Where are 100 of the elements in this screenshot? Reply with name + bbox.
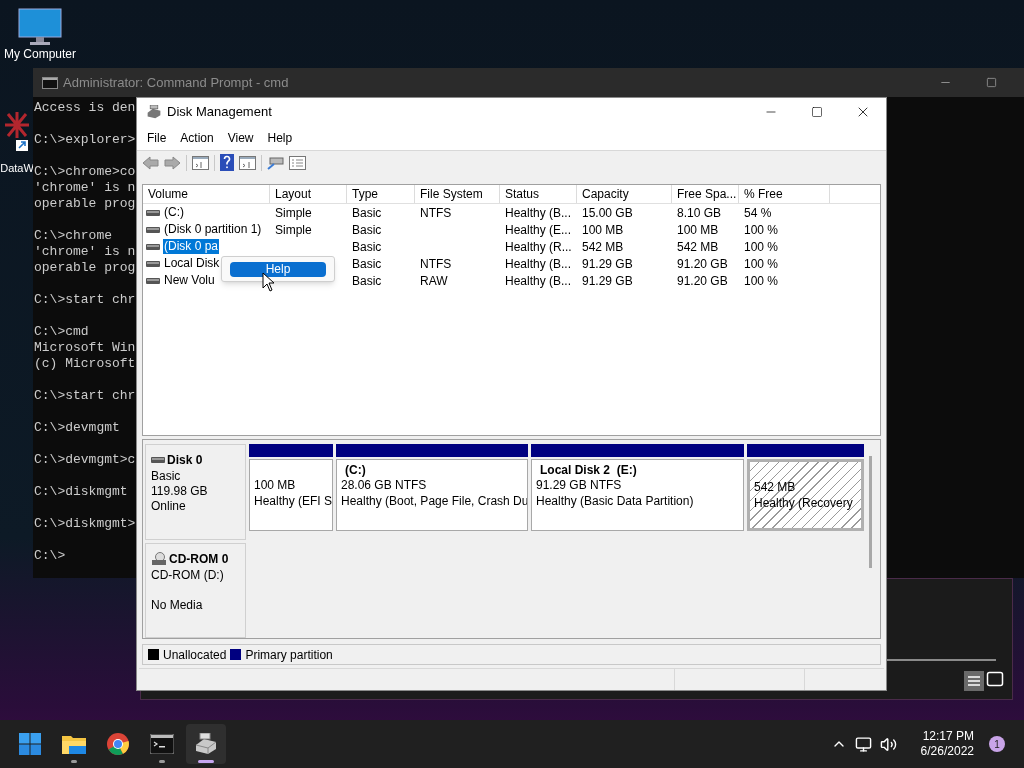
table-cell[interactable]: (Disk 0 pa	[163, 239, 220, 254]
table-cell-text: 100 MB	[677, 221, 719, 239]
clock[interactable]: 12:17 PM 6/26/2022	[920, 729, 974, 759]
table-cell-text: Basic	[352, 221, 382, 239]
drive-icon	[146, 225, 160, 234]
table-cell-text: Healthy (E...	[505, 221, 572, 239]
drive-icon	[146, 276, 160, 285]
menu-item[interactable]: File	[140, 128, 174, 148]
console-line: C:\>chrome>co	[34, 164, 136, 180]
column-header[interactable]: Status	[500, 185, 577, 203]
drive-icon	[146, 208, 160, 217]
drive-icon	[146, 242, 160, 251]
table-cell[interactable]: Local Disk	[163, 256, 221, 271]
table-cell-text: Healthy (R...	[505, 238, 572, 256]
table-cell-text: Simple	[275, 204, 312, 222]
connect-icon[interactable]	[267, 155, 284, 170]
disk-detail: 119.98 GB	[151, 484, 209, 499]
console-line: C:\>diskmgmt>	[34, 516, 136, 532]
table-cell-text: Basic	[352, 204, 382, 222]
partition-status: Healthy (Basic Data Partition)	[536, 493, 695, 509]
window-view-icon[interactable]	[986, 671, 1004, 689]
browser-icon	[107, 733, 129, 755]
network-icon[interactable]	[854, 735, 872, 753]
notification-badge[interactable]: 1	[989, 736, 1005, 752]
disk-detail: No Media	[151, 597, 204, 613]
table-cell-text: 100 %	[744, 255, 779, 273]
table-cell-text: 91.20 GB	[677, 255, 728, 273]
partition-block[interactable]: Local Disk 2 (E:) 91.29 GB NTFS Healthy (Basic Data Partition)	[531, 459, 744, 531]
partition-block[interactable]: (C:) 28.06 GB NTFS Healthy (Boot, Page File, Crash Du	[336, 459, 528, 531]
partition-block[interactable]: 542 MB Healthy (Recovery	[747, 459, 864, 531]
table-cell-text: 54 %	[744, 204, 772, 222]
partition-block[interactable]: 100 MB Healthy (EFI S	[249, 459, 333, 531]
console-line: C:\>start chr	[34, 388, 136, 404]
partition-status: Healthy (Recovery	[754, 495, 854, 511]
disk-drive-icon	[146, 105, 162, 119]
window-title: Administrator: Command Prompt - cmd	[63, 73, 289, 92]
console-line: C:\>	[34, 548, 66, 564]
legend-label: Primary partition	[245, 646, 333, 664]
table-cell-text: 91.29 GB	[582, 272, 633, 290]
action-pane-icon[interactable]	[239, 155, 256, 170]
console-line: C:\>chrome	[34, 228, 112, 244]
column-header[interactable]: Type	[347, 185, 415, 203]
forward-arrow-icon[interactable]	[164, 155, 181, 170]
table-cell[interactable]: (Disk 0 partition 1)	[163, 222, 263, 237]
properties-icon[interactable]	[289, 155, 306, 170]
partition-title: Local Disk 2 (E:)	[539, 463, 638, 478]
table-cell-text: Healthy (B...	[505, 272, 572, 290]
table-cell-text: Basic	[352, 238, 382, 256]
column-header[interactable]: Volume	[143, 185, 270, 203]
scrollbar[interactable]	[869, 456, 872, 568]
table-cell-text: 100 MB	[582, 221, 624, 239]
partition-title: (C:)	[344, 463, 367, 478]
back-arrow-icon[interactable]	[142, 155, 159, 170]
disk-name: Disk 0	[167, 452, 203, 469]
table-cell[interactable]: (C:)	[163, 205, 185, 220]
partition-size: 28.06 GB NTFS	[341, 478, 428, 493]
column-header[interactable]: Capacity	[577, 185, 672, 203]
help-book-icon[interactable]	[220, 154, 234, 171]
shortcut-icon[interactable]	[2, 110, 32, 152]
drive-icon	[151, 456, 165, 464]
console-line: Access is den	[34, 100, 136, 116]
console-line: C:\>start chr	[34, 292, 136, 308]
taskbar-button[interactable]	[186, 724, 226, 764]
table-cell-text: 100 %	[744, 221, 779, 239]
column-header[interactable]: Layout	[270, 185, 347, 203]
disk-label-card[interactable]: Disk 0 Basic 119.98 GB Online	[145, 444, 246, 540]
menu-item[interactable]: Action	[173, 128, 221, 148]
terminal-icon	[150, 734, 174, 754]
console-line: operable prog	[34, 196, 136, 212]
disk-label-card[interactable]: CD-ROM 0 CD-ROM (D:) No Media	[145, 542, 246, 638]
table-cell-text: Basic	[352, 255, 382, 273]
partition-size: 91.29 GB NTFS	[536, 478, 623, 493]
folder-icon	[62, 734, 86, 754]
disk-detail: Basic	[151, 469, 182, 484]
menu-item[interactable]: Help	[230, 261, 326, 277]
table-cell-text: 8.10 GB	[677, 204, 722, 222]
monitor-icon[interactable]	[18, 8, 62, 46]
console-tree-icon[interactable]	[192, 155, 209, 170]
menu-item[interactable]: Help	[260, 128, 300, 148]
table-cell-text: Healthy (B...	[505, 204, 572, 222]
column-header[interactable]: File System	[415, 185, 500, 203]
legend-label: Unallocated	[163, 646, 227, 664]
column-header[interactable]: % Free	[739, 185, 830, 203]
partition-status: Healthy (EFI S	[254, 493, 332, 509]
list-view-icon[interactable]	[964, 671, 984, 691]
console-line: C:\>explorer>	[34, 132, 136, 148]
console-line: Microsoft Win	[34, 340, 136, 356]
windows-logo-icon	[19, 733, 41, 755]
volume-icon[interactable]	[879, 735, 897, 753]
desktop-icon-label: My Computer	[4, 48, 76, 61]
disk-name: CD-ROM 0	[169, 550, 229, 568]
table-cell[interactable]: New Volu	[163, 273, 216, 288]
table-cell-text: 100 %	[744, 272, 779, 290]
column-header[interactable]: Free Spa...	[672, 185, 739, 203]
console-line: operable prog	[34, 260, 136, 276]
cd-drive-icon	[151, 551, 167, 566]
desktop-icon-label: DataW	[0, 162, 34, 174]
menu-item[interactable]: View	[220, 128, 261, 148]
table-cell-text: NTFS	[420, 204, 452, 222]
disk-detail: CD-ROM (D:)	[151, 567, 225, 583]
